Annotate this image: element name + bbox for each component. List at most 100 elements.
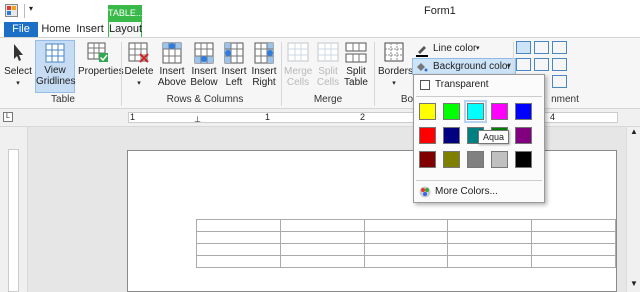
align-middle-center-button[interactable] bbox=[534, 58, 549, 71]
window-title: Form1 bbox=[424, 5, 456, 17]
table-cell[interactable] bbox=[531, 219, 616, 232]
color-swatch[interactable] bbox=[467, 151, 484, 168]
insert-left-icon bbox=[224, 42, 244, 64]
table-cell[interactable] bbox=[279, 243, 365, 256]
insert-above-button[interactable]: Insert Above bbox=[157, 42, 187, 88]
ruler-mark: 2 bbox=[360, 112, 366, 122]
view-gridlines-label-2: Gridlines bbox=[36, 76, 76, 87]
gridlines-icon bbox=[45, 43, 65, 63]
document-table[interactable] bbox=[196, 219, 616, 268]
split-table-button[interactable]: Split Table bbox=[341, 42, 371, 88]
tab-file[interactable]: File bbox=[4, 22, 38, 37]
tab-home[interactable]: Home bbox=[38, 22, 74, 37]
color-swatch[interactable] bbox=[419, 103, 436, 120]
view-gridlines-label-1: View bbox=[44, 65, 66, 76]
table-cell[interactable] bbox=[363, 255, 449, 268]
transparent-checkbox[interactable] bbox=[420, 80, 430, 90]
aqua-tooltip: Aqua bbox=[478, 130, 510, 144]
table-cell[interactable] bbox=[279, 255, 365, 268]
align-top-center-button[interactable] bbox=[534, 41, 549, 54]
transparent-option[interactable]: Transparent bbox=[417, 78, 541, 92]
vertical-scrollbar[interactable]: ▲ ▼ bbox=[626, 127, 640, 292]
table-cell[interactable] bbox=[363, 243, 449, 256]
table-cell[interactable] bbox=[531, 255, 616, 268]
group-separator bbox=[121, 42, 122, 106]
borders-icon bbox=[384, 42, 404, 62]
color-swatch[interactable] bbox=[515, 151, 532, 168]
table-cell[interactable] bbox=[196, 243, 281, 256]
align-middle-left-button[interactable] bbox=[516, 58, 531, 71]
chevron-down-icon: ▾ bbox=[137, 80, 141, 87]
more-colors-label: More Colors... bbox=[435, 186, 498, 197]
scroll-down-icon[interactable]: ▼ bbox=[630, 279, 638, 288]
background-color-label: Background color bbox=[433, 61, 511, 72]
select-button[interactable]: Select ▾ bbox=[4, 42, 32, 89]
popup-separator bbox=[416, 96, 542, 97]
merge-cells-button[interactable]: Merge Cells bbox=[284, 42, 312, 88]
tooltip-text: Aqua bbox=[483, 132, 505, 142]
color-swatch[interactable] bbox=[419, 151, 436, 168]
table-row bbox=[196, 219, 616, 232]
background-color-popup: Transparent Aqua More Colors... bbox=[413, 74, 545, 203]
align-middle-right-button[interactable] bbox=[552, 58, 567, 71]
properties-button[interactable]: Properties bbox=[78, 42, 124, 77]
tab-layout[interactable]: Layout bbox=[108, 22, 142, 38]
table-cell[interactable] bbox=[447, 219, 533, 232]
context-tab-table: TABLE... bbox=[108, 5, 143, 22]
delete-label: Delete bbox=[124, 66, 154, 77]
table-cell[interactable] bbox=[447, 231, 533, 244]
tab-stop-selector[interactable]: L bbox=[3, 112, 13, 122]
insert-left-button[interactable]: Insert Left bbox=[220, 42, 248, 88]
align-top-left-button[interactable] bbox=[516, 41, 531, 54]
delete-button[interactable]: Delete ▾ bbox=[124, 42, 154, 89]
group-label-table: Table bbox=[51, 94, 75, 105]
ruler-mark: 4 bbox=[550, 112, 556, 122]
table-cell[interactable] bbox=[447, 243, 533, 256]
transparent-label: Transparent bbox=[435, 79, 489, 90]
table-cell[interactable] bbox=[531, 243, 616, 256]
split-table-icon bbox=[345, 42, 367, 63]
table-cell[interactable] bbox=[447, 255, 533, 268]
table-cell[interactable] bbox=[279, 219, 365, 232]
quick-access-dropdown-icon[interactable]: ▾ bbox=[29, 4, 33, 13]
indent-marker-icon[interactable]: ⊥ bbox=[194, 115, 201, 124]
align-bottom-right-button[interactable] bbox=[552, 75, 567, 88]
merge-cells-label-2: Cells bbox=[286, 77, 310, 88]
line-color-button[interactable]: Line color ▾ bbox=[414, 42, 510, 58]
insert-right-button[interactable]: Insert Right bbox=[250, 42, 278, 88]
color-swatch[interactable] bbox=[464, 100, 487, 123]
insert-left-label-1: Insert bbox=[221, 66, 247, 77]
color-swatch[interactable] bbox=[491, 151, 508, 168]
color-swatch[interactable] bbox=[491, 103, 508, 120]
table-cell[interactable] bbox=[279, 231, 365, 244]
color-swatch[interactable] bbox=[419, 127, 436, 144]
tab-insert[interactable]: Insert bbox=[74, 22, 106, 37]
table-cell[interactable] bbox=[196, 219, 281, 232]
table-cell[interactable] bbox=[196, 231, 281, 244]
group-label-alignment: nment bbox=[551, 94, 579, 105]
table-cell[interactable] bbox=[531, 231, 616, 244]
cursor-icon bbox=[14, 44, 23, 61]
borders-button[interactable]: Borders ▾ bbox=[378, 42, 413, 89]
color-swatch[interactable] bbox=[443, 151, 460, 168]
table-cell[interactable] bbox=[363, 231, 449, 244]
table-cell[interactable] bbox=[363, 219, 449, 232]
split-cells-label-1: Split bbox=[318, 66, 338, 77]
color-swatch[interactable] bbox=[515, 103, 532, 120]
scroll-up-icon[interactable]: ▲ bbox=[630, 127, 638, 136]
view-gridlines-button[interactable]: View Gridlines bbox=[35, 40, 75, 93]
more-colors-option[interactable]: More Colors... bbox=[417, 185, 541, 199]
background-color-button[interactable]: Background color ▾ bbox=[412, 58, 516, 75]
title-bar: ▾ Form1 bbox=[0, 0, 640, 22]
color-swatch[interactable] bbox=[443, 103, 460, 120]
insert-below-button[interactable]: Insert Below bbox=[189, 42, 219, 88]
color-swatch[interactable] bbox=[515, 127, 532, 144]
color-swatch[interactable] bbox=[443, 127, 460, 144]
split-cells-button[interactable]: Split Cells bbox=[314, 42, 342, 88]
vertical-ruler[interactable] bbox=[0, 127, 28, 292]
insert-above-label-1: Insert bbox=[159, 66, 185, 77]
app-icon[interactable] bbox=[5, 4, 18, 17]
table-cell[interactable] bbox=[196, 255, 281, 268]
align-top-right-button[interactable] bbox=[552, 41, 567, 54]
group-separator bbox=[374, 42, 375, 106]
